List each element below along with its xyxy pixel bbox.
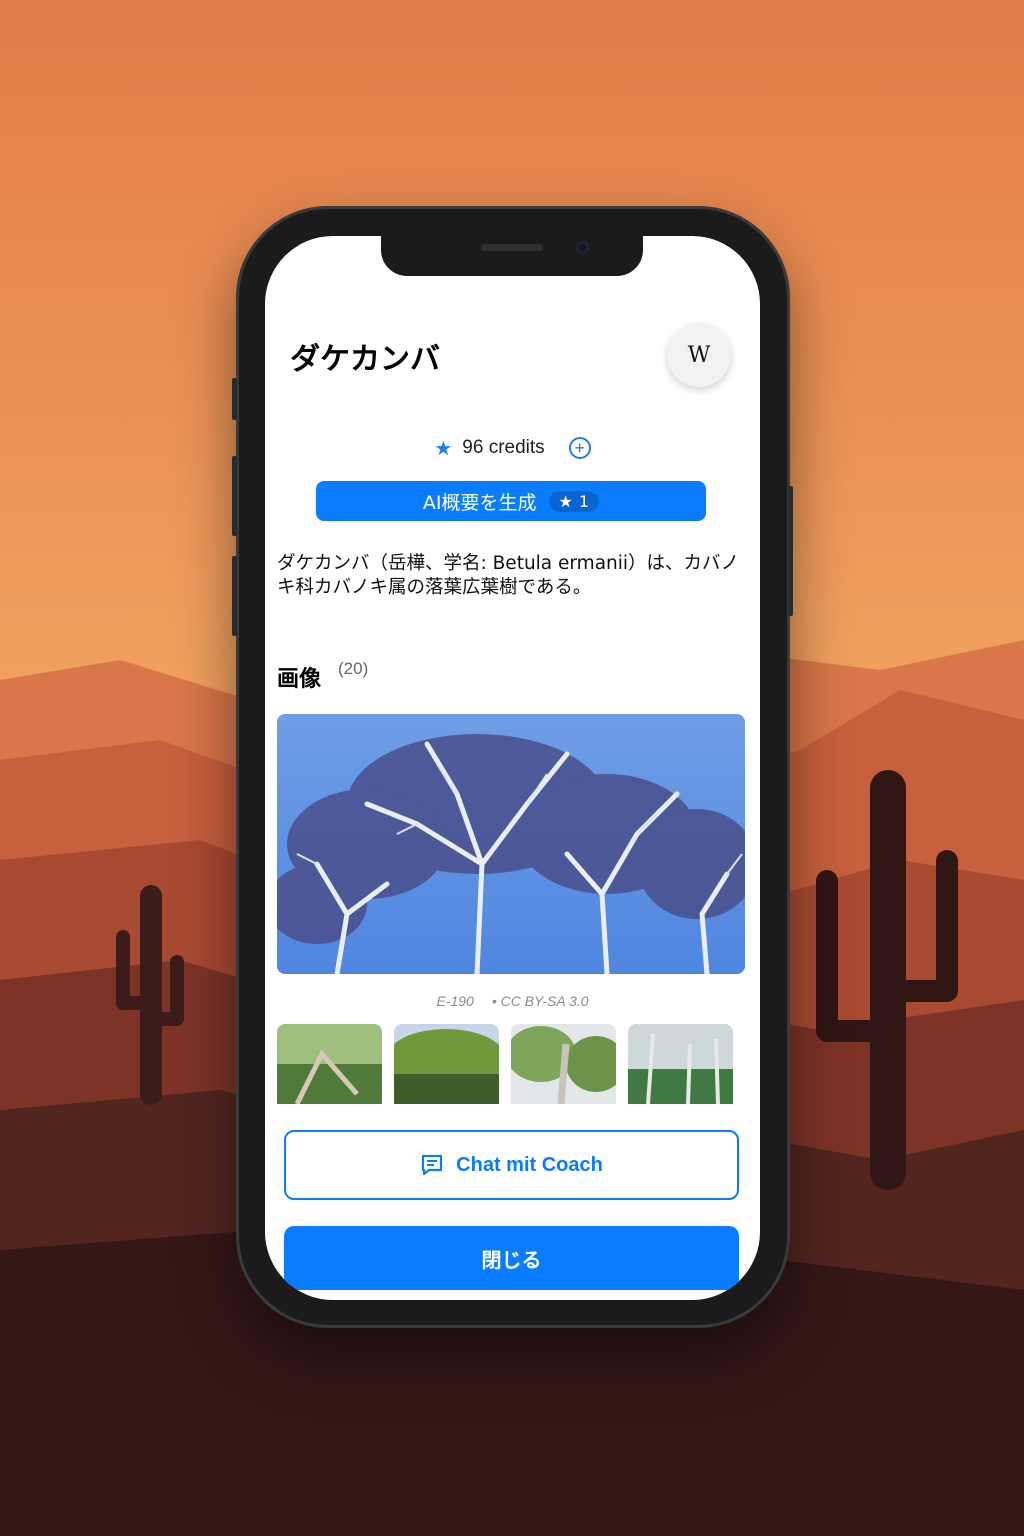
plus-circle-icon: + xyxy=(574,438,585,458)
mute-switch xyxy=(232,378,237,420)
thumbnail-image[interactable] xyxy=(277,1024,382,1104)
volume-down-button xyxy=(232,556,237,636)
ai-cost-value: 1 xyxy=(578,491,590,511)
thumbnail-image[interactable] xyxy=(511,1024,616,1104)
credits-row: ★ 96 credits + xyxy=(265,436,760,460)
thumbnail-strip xyxy=(277,1024,733,1104)
image-license: • CC BY-SA 3.0 xyxy=(491,993,589,1009)
phone-frame: ダケカンバ W ★ 96 credits + AI概要を生成 ★ 1 ダケカンバ… xyxy=(232,206,793,1328)
thumbnail-image[interactable] xyxy=(394,1024,499,1104)
chat-bubble-icon xyxy=(422,1154,443,1176)
close-button[interactable]: 閉じる xyxy=(284,1226,739,1290)
chat-button-label: Chat mit Coach xyxy=(456,1153,603,1176)
summary-text: ダケカンバ（岳樺、学名: Betula ermanii）は、カバノキ科カバノキ属… xyxy=(277,553,740,598)
thumbnail-image[interactable] xyxy=(628,1024,733,1104)
page-title: ダケカンバ xyxy=(290,342,440,377)
birch-tree-photo xyxy=(277,714,745,974)
star-icon: ★ xyxy=(434,436,453,460)
image-author: E-190 xyxy=(436,993,474,1009)
close-button-label: 閉じる xyxy=(481,1247,542,1272)
volume-up-button xyxy=(232,456,237,536)
speaker-grille xyxy=(481,244,543,251)
wikipedia-button[interactable]: W xyxy=(667,323,731,387)
phone-screen: ダケカンバ W ★ 96 credits + AI概要を生成 ★ 1 ダケカンバ… xyxy=(265,236,760,1300)
images-count: (20) xyxy=(338,659,369,678)
credits-balance: 96 credits xyxy=(462,437,545,458)
ai-cost-badge: ★ 1 xyxy=(548,490,600,512)
images-section-title: 画像 xyxy=(277,667,322,692)
power-button xyxy=(788,486,793,616)
image-caption: E-190 • CC BY-SA 3.0 xyxy=(265,993,760,1009)
main-tree-image[interactable] xyxy=(277,714,745,974)
add-credits-button[interactable]: + xyxy=(568,437,591,459)
wikipedia-icon: W xyxy=(687,342,711,368)
notch xyxy=(381,236,643,276)
chat-with-coach-button[interactable]: Chat mit Coach xyxy=(284,1130,739,1200)
generate-ai-summary-button[interactable]: AI概要を生成 ★ 1 xyxy=(316,481,706,521)
star-icon: ★ xyxy=(558,491,573,511)
ai-summary-label: AI概要を生成 xyxy=(422,491,537,514)
front-camera xyxy=(576,241,589,254)
